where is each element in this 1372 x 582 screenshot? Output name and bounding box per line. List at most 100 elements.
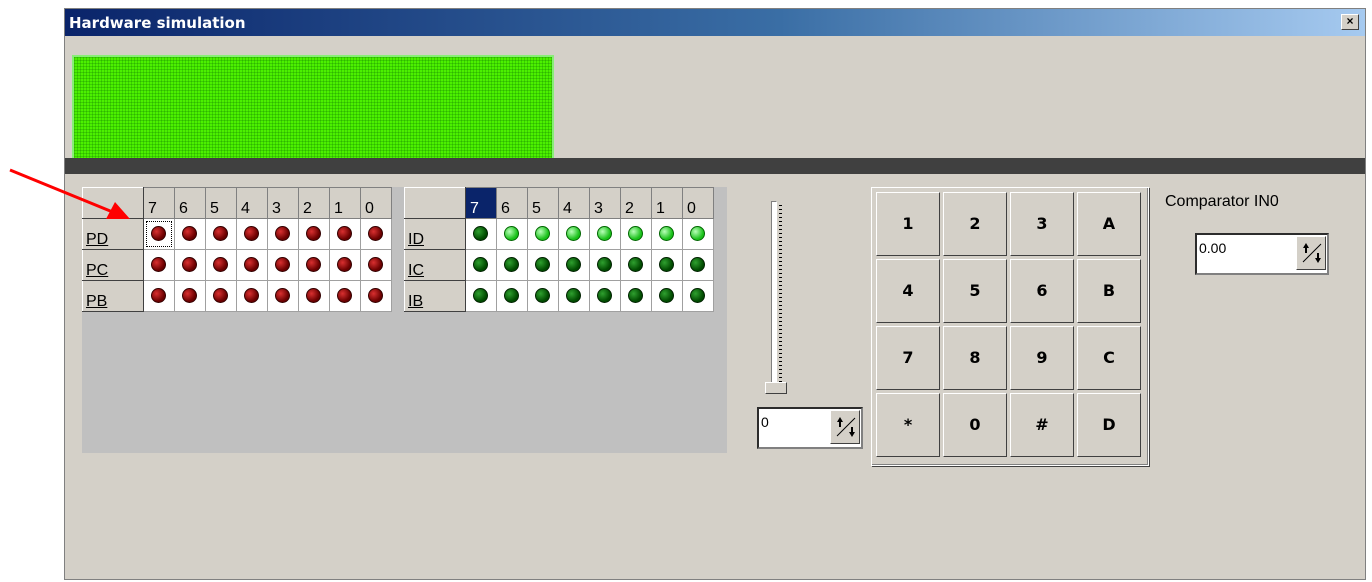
input-bit-cell[interactable] (682, 280, 714, 312)
input-bit-header[interactable]: 2 (620, 187, 652, 219)
slider-track[interactable] (771, 201, 777, 393)
keypad-key[interactable]: 1 (876, 192, 940, 256)
keypad-key[interactable]: # (1010, 393, 1074, 457)
output-bit-header[interactable]: 6 (174, 187, 206, 219)
output-bit-cell[interactable] (298, 218, 330, 250)
input-bit-cell[interactable] (558, 280, 590, 312)
input-row-label[interactable]: IC (404, 249, 466, 281)
input-bit-header[interactable]: 7 (465, 187, 497, 219)
output-bit-cell[interactable] (329, 218, 361, 250)
keypad-key[interactable]: * (876, 393, 940, 457)
input-bit-cell[interactable] (558, 218, 590, 250)
input-bit-header[interactable]: 5 (527, 187, 559, 219)
output-bit-cell[interactable] (329, 280, 361, 312)
input-bit-cell[interactable] (527, 218, 559, 250)
output-bit-header[interactable]: 1 (329, 187, 361, 219)
output-bit-cell[interactable] (143, 280, 175, 312)
keypad-key[interactable]: C (1077, 326, 1141, 390)
input-bit-header[interactable]: 1 (651, 187, 683, 219)
input-bit-cell[interactable] (682, 218, 714, 250)
output-bit-cell[interactable] (236, 280, 268, 312)
input-bit-cell[interactable] (651, 249, 683, 281)
keypad-key[interactable]: 6 (1010, 259, 1074, 323)
input-bit-header[interactable]: 0 (682, 187, 714, 219)
input-bit-cell[interactable] (465, 280, 497, 312)
keypad-key[interactable]: D (1077, 393, 1141, 457)
output-bit-cell[interactable] (205, 249, 237, 281)
output-bit-cell[interactable] (267, 249, 299, 281)
output-bit-cell[interactable] (174, 218, 206, 250)
keypad-key[interactable]: 7 (876, 326, 940, 390)
input-grid-corner[interactable] (404, 187, 466, 219)
input-bit-cell[interactable] (589, 280, 621, 312)
output-bit-header[interactable]: 0 (360, 187, 392, 219)
output-bit-cell[interactable] (360, 218, 392, 250)
input-bit-cell[interactable] (620, 280, 652, 312)
input-bit-cell[interactable] (496, 218, 528, 250)
close-button[interactable]: × (1341, 14, 1359, 30)
keypad-key[interactable]: B (1077, 259, 1141, 323)
output-bit-header[interactable]: 4 (236, 187, 268, 219)
led-indicator-icon (566, 226, 581, 241)
output-bit-cell[interactable] (267, 280, 299, 312)
output-bit-header[interactable]: 7 (143, 187, 175, 219)
output-bit-cell[interactable] (205, 280, 237, 312)
output-bit-cell[interactable] (174, 249, 206, 281)
output-row-label[interactable]: PB (82, 280, 144, 312)
output-bit-cell[interactable] (236, 249, 268, 281)
keypad-key[interactable]: 0 (943, 393, 1007, 457)
led-indicator-icon (628, 257, 643, 272)
led-indicator-icon (690, 288, 705, 303)
input-bit-cell[interactable] (620, 218, 652, 250)
output-bit-cell[interactable] (329, 249, 361, 281)
input-bit-cell[interactable] (651, 280, 683, 312)
input-bit-cell[interactable] (465, 249, 497, 281)
output-bit-header[interactable]: 5 (205, 187, 237, 219)
output-bit-cell[interactable] (298, 249, 330, 281)
input-bit-cell[interactable] (527, 249, 559, 281)
output-bit-cell[interactable] (267, 218, 299, 250)
led-indicator-icon (337, 226, 352, 241)
output-bit-header[interactable]: 2 (298, 187, 330, 219)
input-bit-cell[interactable] (465, 218, 497, 250)
input-bit-cell[interactable] (558, 249, 590, 281)
keypad-key[interactable]: 8 (943, 326, 1007, 390)
slider-thumb[interactable] (765, 382, 787, 394)
keypad-key[interactable]: 3 (1010, 192, 1074, 256)
input-bit-cell[interactable] (589, 249, 621, 281)
keypad-key[interactable]: 9 (1010, 326, 1074, 390)
output-bit-cell[interactable] (360, 249, 392, 281)
input-bit-cell[interactable] (496, 280, 528, 312)
output-bit-cell[interactable] (143, 218, 175, 250)
output-grid-corner[interactable] (82, 187, 144, 219)
input-row-label[interactable]: IB (404, 280, 466, 312)
input-row-label[interactable]: ID (404, 218, 466, 250)
input-bit-cell[interactable] (589, 218, 621, 250)
input-bit-header[interactable]: 3 (589, 187, 621, 219)
output-bit-cell[interactable] (143, 249, 175, 281)
input-bit-cell[interactable] (620, 249, 652, 281)
input-bit-header[interactable]: 4 (558, 187, 590, 219)
input-bit-cell[interactable] (651, 218, 683, 250)
output-bit-cell[interactable] (298, 280, 330, 312)
output-bit-cell[interactable] (174, 280, 206, 312)
input-bit-cell[interactable] (682, 249, 714, 281)
output-row-label[interactable]: PC (82, 249, 144, 281)
keypad-key[interactable]: 2 (943, 192, 1007, 256)
keypad-key[interactable]: A (1077, 192, 1141, 256)
input-bit-cell[interactable] (527, 280, 559, 312)
keypad-key[interactable]: 5 (943, 259, 1007, 323)
output-bit-cell[interactable] (236, 218, 268, 250)
input-bit-header[interactable]: 6 (496, 187, 528, 219)
comparator-spinbox[interactable]: 0.00 (1195, 233, 1329, 275)
input-bit-cell[interactable] (496, 249, 528, 281)
comparator-spin-button[interactable] (1296, 236, 1326, 270)
slider-spin-button[interactable] (830, 410, 860, 444)
output-bit-header[interactable]: 3 (267, 187, 299, 219)
slider-value-spinbox[interactable]: 0 (757, 407, 863, 449)
keypad-key[interactable]: 4 (876, 259, 940, 323)
output-bit-cell[interactable] (205, 218, 237, 250)
output-row-label[interactable]: PD (82, 218, 144, 250)
title-bar[interactable]: Hardware simulation × (65, 9, 1365, 36)
output-bit-cell[interactable] (360, 280, 392, 312)
